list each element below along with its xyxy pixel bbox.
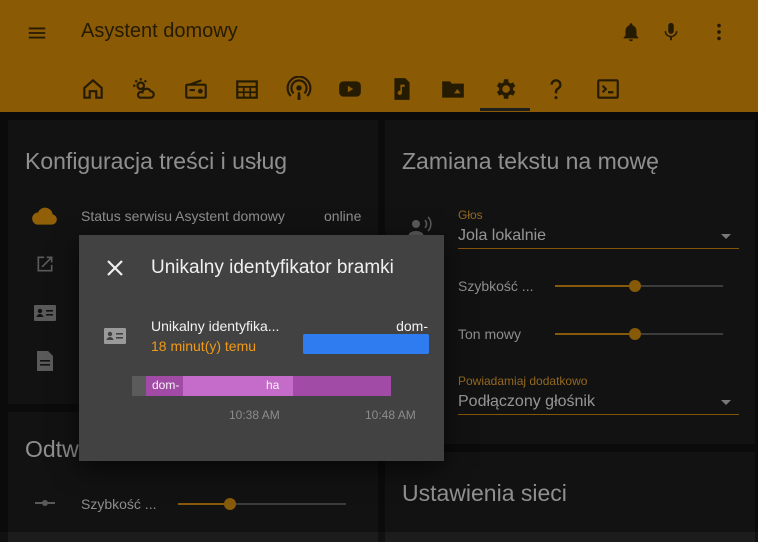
axis-tick-label: 10:38 AM [229,408,280,422]
axis-tick-label: 10:48 AM [365,408,416,422]
entity-dialog: Unikalny identyfikator bramki Unikalny i… [79,235,444,461]
last-changed: 18 minut(y) temu [151,338,257,354]
timeline-label: dom- [152,378,180,392]
close-icon[interactable] [106,259,124,277]
entity-state: dom- [396,318,428,334]
entity-name: Unikalny identyfika... [151,318,280,334]
dialog-title: Unikalny identyfikator bramki [151,257,394,278]
timeline-label-suffix: ha [266,378,280,392]
redacted-state [303,334,429,354]
id-card-icon [104,328,126,344]
history-timeline-gap [132,376,146,396]
